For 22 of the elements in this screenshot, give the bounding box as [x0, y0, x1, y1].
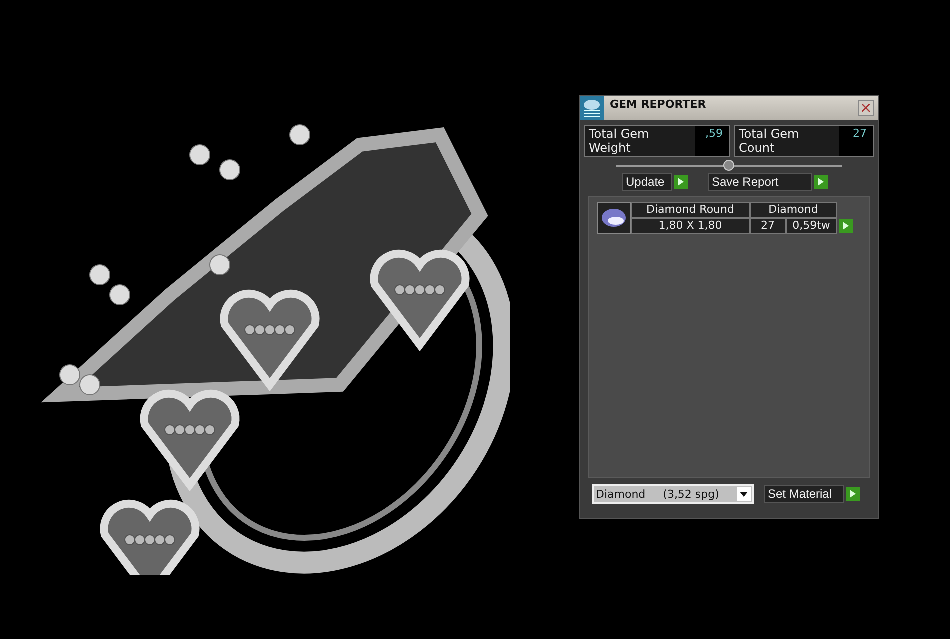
- stat-value: 27: [839, 126, 873, 156]
- gem-material: Diamond: [750, 202, 837, 218]
- stat-value: ,59: [695, 126, 729, 156]
- close-icon: [862, 104, 870, 112]
- play-icon: [850, 490, 856, 498]
- gem-size: 1,80 X 1,80: [631, 218, 750, 234]
- close-button[interactable]: [858, 100, 874, 116]
- dropdown-caret-icon: [737, 487, 751, 501]
- slider-thumb[interactable]: [724, 160, 734, 171]
- gem-icon: [601, 208, 627, 228]
- app-icon: [580, 96, 604, 120]
- row-go-button[interactable]: [839, 219, 853, 233]
- gem-name: Diamond Round: [631, 202, 750, 218]
- play-icon: [818, 178, 824, 186]
- material-dropdown[interactable]: Diamond (3,52 spg): [592, 484, 754, 504]
- gem-weight: 0,59tw: [786, 218, 837, 234]
- window-title: GEM REPORTER: [610, 97, 708, 111]
- stat-label: Total Gem Count: [738, 126, 800, 156]
- play-icon: [678, 178, 684, 186]
- play-icon: [843, 222, 849, 230]
- gem-count: 27: [750, 218, 786, 234]
- stat-label: Total Gem Weight: [588, 126, 650, 156]
